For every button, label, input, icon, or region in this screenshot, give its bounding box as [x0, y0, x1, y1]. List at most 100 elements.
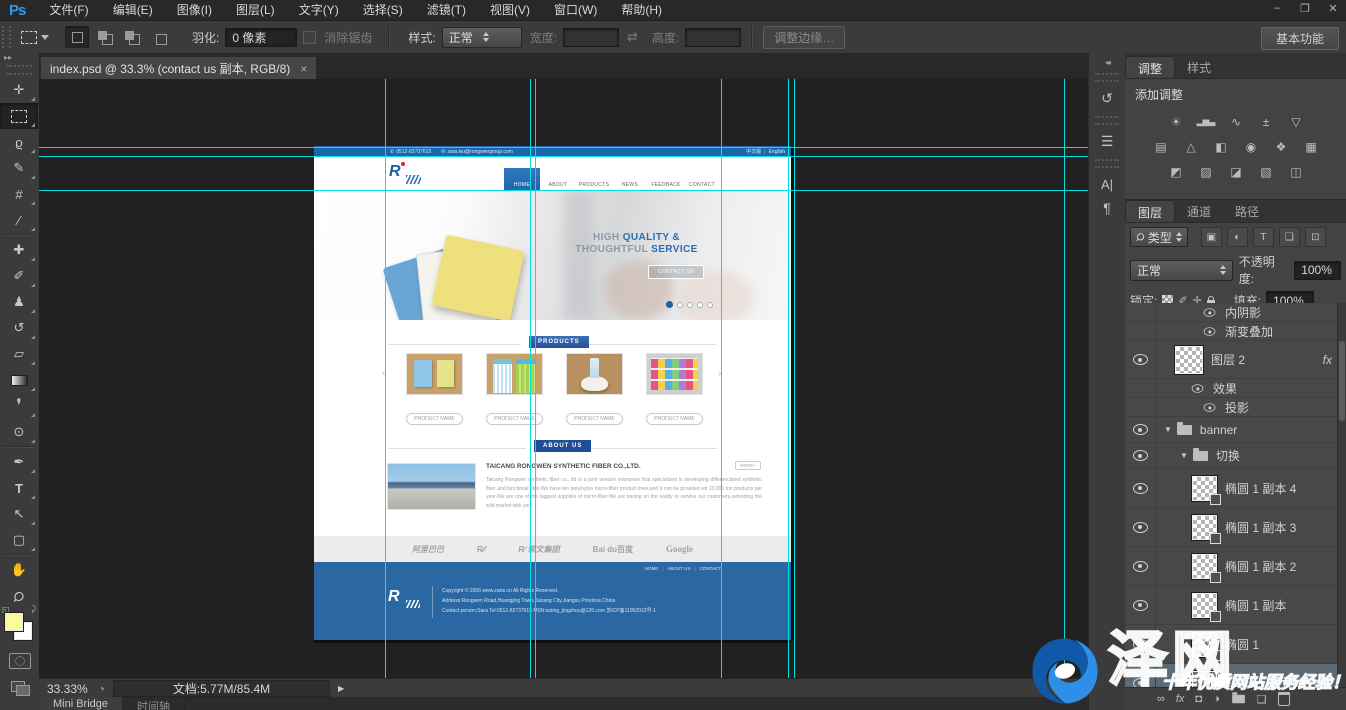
- layer-row[interactable]: 椭圆 1 副本: [1125, 586, 1346, 625]
- hand-tool[interactable]: ✋: [0, 557, 38, 583]
- layer-thumbnail[interactable]: [1175, 346, 1203, 374]
- filter-type-layers-icon[interactable]: T: [1253, 227, 1274, 247]
- gradient-tool[interactable]: [0, 367, 38, 393]
- swap-dimensions-icon[interactable]: ⇄: [627, 29, 638, 45]
- close-tab-icon[interactable]: ×: [300, 62, 307, 76]
- visibility-eye-icon[interactable]: [1133, 522, 1148, 533]
- new-group-icon[interactable]: [1231, 694, 1246, 704]
- layer-style-icon[interactable]: fx: [1176, 693, 1185, 705]
- intersect-selection-button[interactable]: [146, 26, 170, 48]
- layer-row[interactable]: 图层 2 fx: [1125, 341, 1346, 379]
- gradient-map-icon[interactable]: ▧: [1255, 163, 1276, 180]
- document-tab[interactable]: index.psd @ 33.3% (contact us 副本, RGB/8)…: [40, 56, 317, 80]
- layer-thumbnail[interactable]: [1192, 632, 1217, 657]
- guide-vertical[interactable]: [535, 79, 536, 678]
- refine-edge-button[interactable]: 调整边缘…: [763, 26, 845, 49]
- visibility-eye-icon[interactable]: [1204, 403, 1216, 412]
- hue-saturation-icon[interactable]: ▤: [1150, 138, 1171, 155]
- width-input[interactable]: [563, 28, 619, 47]
- blend-mode-select[interactable]: 正常: [1130, 260, 1233, 281]
- filter-smart-objects-icon[interactable]: ⊡: [1305, 227, 1326, 247]
- guide-vertical[interactable]: [721, 79, 722, 678]
- options-grip[interactable]: [2, 26, 11, 48]
- workspace-switcher-button[interactable]: 基本功能: [1261, 27, 1339, 50]
- guide-horizontal[interactable]: [39, 156, 1088, 157]
- layer-mask-icon[interactable]: ◘: [1195, 693, 1202, 705]
- color-lookup-icon[interactable]: ▦: [1300, 138, 1321, 155]
- layer-thumbnail[interactable]: [1192, 593, 1217, 618]
- opacity-input[interactable]: 100%: [1294, 261, 1341, 280]
- levels-icon[interactable]: ▂▅▃: [1195, 113, 1216, 130]
- close-button[interactable]: ✕: [1326, 2, 1340, 15]
- antialias-checkbox[interactable]: [303, 31, 316, 44]
- zoom-level-field[interactable]: 33.33%: [39, 682, 98, 696]
- tab-styles[interactable]: 样式: [1175, 56, 1223, 78]
- paragraph-panel-icon[interactable]: ¶: [1089, 196, 1125, 220]
- dodge-tool[interactable]: ⊙: [0, 419, 38, 445]
- black-white-icon[interactable]: ◧: [1210, 138, 1231, 155]
- lasso-tool[interactable]: ϱ: [0, 129, 38, 155]
- invert-icon[interactable]: ◩: [1165, 163, 1186, 180]
- adjustment-layer-icon[interactable]: ◑: [1213, 693, 1220, 705]
- tab-timeline[interactable]: 时间轴: [123, 697, 185, 710]
- foreground-color-swatch[interactable]: [5, 613, 23, 631]
- guide-vertical[interactable]: [530, 79, 531, 678]
- guide-horizontal[interactable]: [39, 147, 1088, 148]
- guide-vertical[interactable]: [1064, 79, 1065, 678]
- expand-panels-icon[interactable]: ◂◂: [1089, 53, 1125, 67]
- visibility-eye-icon[interactable]: [1133, 483, 1148, 494]
- guide-vertical[interactable]: [385, 79, 386, 678]
- tool-preset-picker[interactable]: [15, 29, 55, 46]
- subtract-from-selection-button[interactable]: [119, 26, 143, 48]
- tab-mini-bridge[interactable]: Mini Bridge: [39, 697, 123, 710]
- minimize-button[interactable]: –: [1270, 2, 1284, 15]
- eyedropper-tool[interactable]: ∕: [0, 207, 38, 233]
- layers-scrollbar[interactable]: [1337, 303, 1346, 688]
- quick-mask-button[interactable]: [9, 653, 31, 669]
- add-to-selection-button[interactable]: [92, 26, 116, 48]
- posterize-icon[interactable]: ▨: [1195, 163, 1216, 180]
- menu-edit[interactable]: 编辑(E): [101, 0, 165, 20]
- visibility-eye-icon[interactable]: [1133, 561, 1148, 572]
- delete-layer-icon[interactable]: [1278, 692, 1290, 706]
- guide-vertical[interactable]: [794, 79, 795, 678]
- filter-adjustment-layers-icon[interactable]: ◐: [1227, 227, 1248, 247]
- threshold-icon[interactable]: ◪: [1225, 163, 1246, 180]
- visibility-eye-icon[interactable]: [1133, 600, 1148, 611]
- layer-group-row[interactable]: ▼ banner: [1125, 417, 1346, 443]
- rounded-rectangle-tool[interactable]: ▢: [0, 527, 38, 553]
- type-tool[interactable]: T: [0, 475, 38, 501]
- character-panel-icon[interactable]: A|: [1089, 172, 1125, 196]
- history-brush-tool[interactable]: ↺: [0, 315, 38, 341]
- layer-thumbnail[interactable]: [1192, 476, 1217, 501]
- layer-row[interactable]: 椭圆 1 副本 3: [1125, 508, 1346, 547]
- tab-layers[interactable]: 图层: [1125, 200, 1175, 222]
- toolbar-collapse-icon[interactable]: ▸▸: [0, 53, 39, 65]
- blur-tool[interactable]: ❜: [0, 393, 38, 419]
- height-input[interactable]: [685, 28, 741, 47]
- style-select[interactable]: 正常: [442, 27, 522, 48]
- layer-group-row[interactable]: ▼ 切换: [1125, 443, 1346, 469]
- layer-thumbnail[interactable]: T ⚠: [1192, 671, 1217, 689]
- rectangular-marquee-tool[interactable]: [0, 103, 38, 129]
- channel-mixer-icon[interactable]: ❖: [1270, 138, 1291, 155]
- screen-mode-button[interactable]: [11, 681, 29, 694]
- pen-tool[interactable]: ✒: [0, 449, 38, 475]
- filter-pixel-layers-icon[interactable]: ▣: [1201, 227, 1222, 247]
- photo-filter-icon[interactable]: ◉: [1240, 138, 1261, 155]
- guide-vertical[interactable]: [788, 79, 789, 678]
- layer-row-selected[interactable]: T ⚠ contact us 副本: [1125, 664, 1346, 688]
- toolbar-grip[interactable]: [7, 65, 32, 75]
- filter-shape-layers-icon[interactable]: ❏: [1279, 227, 1300, 247]
- layer-effect-row[interactable]: 渐变叠加: [1125, 322, 1346, 341]
- layer-effects-header-row[interactable]: 效果: [1125, 379, 1346, 398]
- spot-healing-brush-tool[interactable]: ✚: [0, 237, 38, 263]
- guide-horizontal[interactable]: [39, 190, 1088, 191]
- visibility-eye-icon[interactable]: [1133, 639, 1148, 650]
- visibility-eye-icon[interactable]: [1133, 354, 1148, 365]
- new-layer-icon[interactable]: ❏: [1257, 693, 1267, 706]
- visibility-eye-icon[interactable]: [1204, 327, 1216, 336]
- selective-color-icon[interactable]: ◫: [1285, 163, 1306, 180]
- layer-row[interactable]: 椭圆 1 副本 2: [1125, 547, 1346, 586]
- move-tool[interactable]: ✛: [0, 77, 38, 103]
